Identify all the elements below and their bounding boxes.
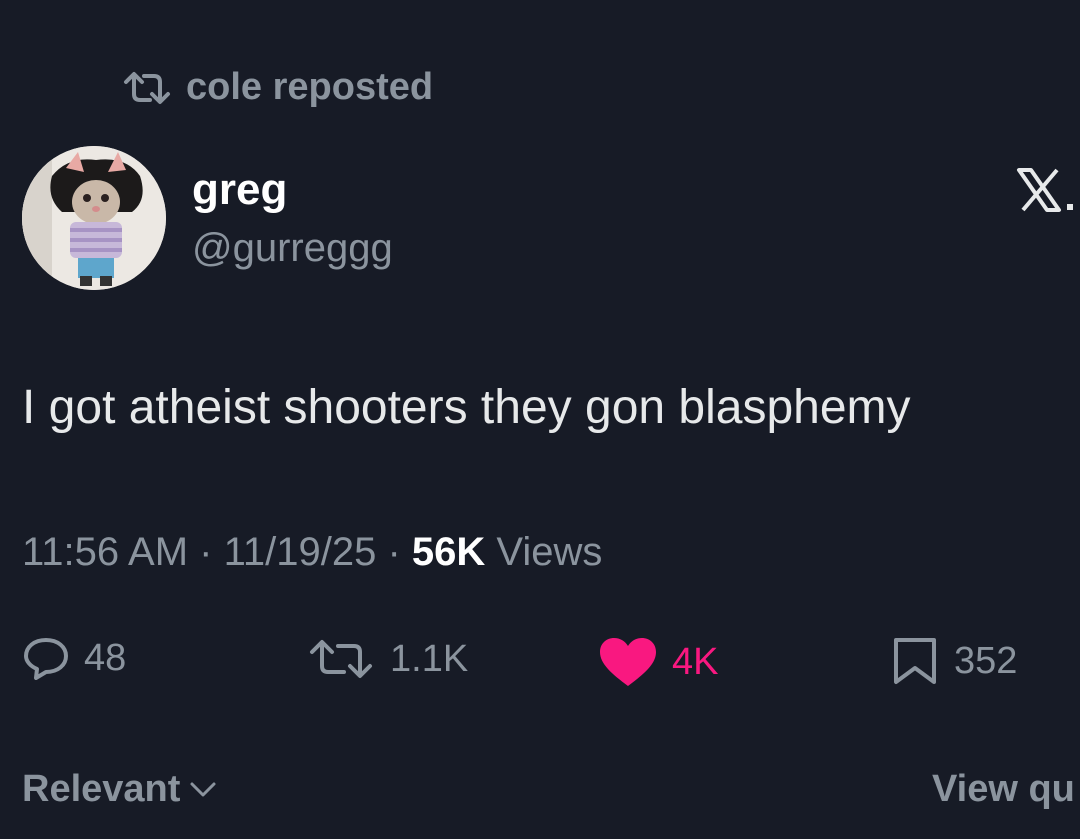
- repost-count: 1.1K: [390, 637, 469, 680]
- tweet-text: I got atheist shooters they gon blasphem…: [22, 381, 911, 434]
- tweet-date[interactable]: 11/19/25: [224, 530, 377, 574]
- meta-separator: ·: [199, 530, 224, 574]
- repost-context[interactable]: cole reposted: [120, 66, 433, 109]
- meta-separator: ·: [387, 530, 412, 574]
- sort-replies-dropdown[interactable]: Relevant: [22, 768, 218, 811]
- like-count: 4K: [672, 640, 719, 683]
- repost-label: cole reposted: [186, 66, 434, 108]
- like-button[interactable]: 4K: [598, 636, 718, 688]
- view-quotes-link[interactable]: View qu: [932, 768, 1075, 811]
- repost-icon: [310, 640, 372, 678]
- views-count: 56K: [411, 530, 486, 574]
- reply-icon: [24, 638, 68, 680]
- repost-icon: [124, 71, 170, 104]
- avatar-image: [22, 146, 166, 290]
- views-label: Views: [496, 530, 603, 574]
- avatar[interactable]: [22, 146, 166, 290]
- tweet-time[interactable]: 11:56 AM: [22, 530, 188, 574]
- author-handle[interactable]: @gurreggg: [192, 226, 393, 271]
- reply-button[interactable]: 48: [22, 636, 126, 680]
- x-logo-icon: [1017, 168, 1073, 212]
- chevron-down-icon: [190, 782, 216, 796]
- reply-count: 48: [84, 636, 127, 679]
- author-display-name[interactable]: greg: [192, 165, 287, 215]
- bookmark-icon: [894, 638, 936, 684]
- bookmark-count: 352: [954, 639, 1018, 682]
- sort-label: Relevant: [22, 768, 181, 810]
- tweet-meta: 11:56 AM · 11/19/25 · 56K Views: [22, 530, 602, 575]
- bookmark-button[interactable]: 352: [890, 636, 1017, 686]
- repost-button[interactable]: 1.1K: [306, 636, 468, 682]
- heart-icon: [600, 638, 656, 686]
